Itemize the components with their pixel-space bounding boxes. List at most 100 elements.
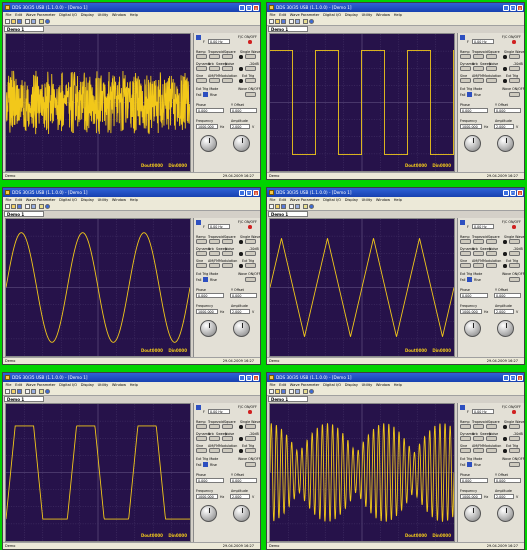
menu-digital-io[interactable]: Digital I/O bbox=[59, 13, 77, 17]
menu-display[interactable]: Display bbox=[81, 383, 94, 387]
menu-window[interactable]: Window bbox=[376, 13, 390, 17]
open-icon[interactable] bbox=[11, 19, 16, 24]
arb-button[interactable] bbox=[209, 251, 220, 256]
frequency-knob[interactable] bbox=[464, 505, 481, 522]
title-bar[interactable]: DDS 30/35 USB (1.1.0.0) - [Demo 1] _ □ × bbox=[267, 373, 524, 382]
trapezoid-button[interactable] bbox=[209, 54, 220, 59]
trig-mode-selector[interactable] bbox=[467, 462, 472, 467]
offset-field[interactable]: 0.000 bbox=[230, 108, 257, 113]
maximize-icon[interactable]: □ bbox=[246, 189, 252, 196]
menu-window[interactable]: Window bbox=[112, 13, 126, 17]
noise-button[interactable] bbox=[486, 436, 497, 441]
trig-mode-selector[interactable] bbox=[203, 92, 208, 97]
close-icon[interactable]: × bbox=[517, 4, 523, 11]
menu-help[interactable]: Help bbox=[394, 13, 402, 17]
attenuator-button[interactable] bbox=[245, 251, 256, 256]
square-button[interactable] bbox=[486, 54, 497, 59]
title-bar[interactable]: DDS 30/35 USB (1.1.0.0) - [Demo 1] _ □ × bbox=[267, 188, 524, 197]
settings-icon[interactable] bbox=[295, 204, 300, 209]
modulation-button[interactable] bbox=[486, 448, 497, 453]
menu-digital-io[interactable]: Digital I/O bbox=[59, 198, 77, 202]
print-icon[interactable] bbox=[25, 19, 30, 24]
sine-button[interactable] bbox=[460, 78, 471, 83]
document-tab[interactable]: Demo 1 bbox=[268, 211, 308, 217]
noise-button[interactable] bbox=[222, 436, 233, 441]
arb-button[interactable] bbox=[473, 251, 484, 256]
phase-field[interactable]: 0.000 bbox=[460, 108, 488, 113]
dynamic-button[interactable] bbox=[460, 251, 471, 256]
open-icon[interactable] bbox=[275, 19, 280, 24]
amplitude-field[interactable]: 2.000 bbox=[230, 124, 250, 129]
ext-trig-button[interactable] bbox=[509, 448, 520, 453]
document-tab[interactable]: Demo 1 bbox=[4, 211, 44, 217]
ext-trig-button[interactable] bbox=[245, 448, 256, 453]
print-icon[interactable] bbox=[25, 389, 30, 394]
close-icon[interactable]: × bbox=[517, 374, 523, 381]
amplitude-field[interactable]: 2.000 bbox=[494, 124, 514, 129]
title-bar[interactable]: DDS 30/35 USB (1.1.0.0) - [Demo 1] _ □ × bbox=[267, 3, 524, 12]
menu-utility[interactable]: Utility bbox=[362, 383, 373, 387]
menu-wave-parameter[interactable]: Wave Parameter bbox=[290, 383, 320, 387]
ramp-button[interactable] bbox=[460, 54, 471, 59]
arb-button[interactable] bbox=[473, 436, 484, 441]
menu-wave-parameter[interactable]: Wave Parameter bbox=[26, 383, 56, 387]
attenuator-button[interactable] bbox=[245, 66, 256, 71]
menu-utility[interactable]: Utility bbox=[98, 383, 109, 387]
menu-help[interactable]: Help bbox=[394, 383, 402, 387]
amplitude-field[interactable]: 2.000 bbox=[230, 494, 250, 499]
trapezoid-button[interactable] bbox=[209, 424, 220, 429]
single-wave-button[interactable] bbox=[245, 54, 256, 59]
amplitude-knob[interactable] bbox=[233, 135, 250, 152]
amfm-button[interactable] bbox=[473, 448, 484, 453]
close-icon[interactable]: × bbox=[517, 189, 523, 196]
minimize-icon[interactable]: _ bbox=[503, 189, 509, 196]
help-icon[interactable] bbox=[39, 19, 44, 24]
frequency-knob[interactable] bbox=[200, 320, 217, 337]
amplitude-field[interactable]: 2.000 bbox=[494, 494, 514, 499]
save-icon[interactable] bbox=[17, 19, 22, 24]
freq-display-field[interactable]: 0.00 Hz bbox=[208, 223, 230, 229]
menu-help[interactable]: Help bbox=[394, 198, 402, 202]
menu-file[interactable]: File bbox=[270, 198, 276, 202]
dynamic-button[interactable] bbox=[460, 66, 471, 71]
info-icon[interactable] bbox=[45, 204, 50, 209]
open-icon[interactable] bbox=[11, 389, 16, 394]
title-bar[interactable]: DDS 30/35 USB (1.1.0.0) - [Demo 1] _ □ × bbox=[3, 188, 260, 197]
noise-button[interactable] bbox=[222, 251, 233, 256]
color-swatch[interactable] bbox=[196, 405, 201, 410]
amplitude-knob[interactable] bbox=[497, 505, 514, 522]
menu-wave-parameter[interactable]: Wave Parameter bbox=[26, 198, 56, 202]
offset-field[interactable]: 0.000 bbox=[494, 293, 521, 298]
dynamic-button[interactable] bbox=[196, 251, 207, 256]
wave-onoff-button[interactable] bbox=[509, 92, 520, 97]
amfm-button[interactable] bbox=[209, 448, 220, 453]
modulation-button[interactable] bbox=[222, 263, 233, 268]
trapezoid-button[interactable] bbox=[209, 239, 220, 244]
save-icon[interactable] bbox=[281, 19, 286, 24]
phase-field[interactable]: 0.000 bbox=[196, 478, 224, 483]
menu-window[interactable]: Window bbox=[376, 198, 390, 202]
menu-utility[interactable]: Utility bbox=[98, 198, 109, 202]
freq-display-field[interactable]: 0.00 Hz bbox=[472, 223, 494, 229]
menu-display[interactable]: Display bbox=[345, 13, 358, 17]
settings-icon[interactable] bbox=[295, 389, 300, 394]
menu-digital-io[interactable]: Digital I/O bbox=[323, 13, 341, 17]
amfm-button[interactable] bbox=[473, 78, 484, 83]
menu-digital-io[interactable]: Digital I/O bbox=[323, 198, 341, 202]
amplitude-knob[interactable] bbox=[497, 135, 514, 152]
amplitude-knob[interactable] bbox=[233, 505, 250, 522]
print-icon[interactable] bbox=[289, 19, 294, 24]
minimize-icon[interactable]: _ bbox=[239, 189, 245, 196]
open-icon[interactable] bbox=[11, 204, 16, 209]
freq-display-field[interactable]: 0.00 Hz bbox=[208, 38, 230, 44]
ext-trig-button[interactable] bbox=[509, 78, 520, 83]
minimize-icon[interactable]: _ bbox=[503, 4, 509, 11]
menu-display[interactable]: Display bbox=[345, 383, 358, 387]
new-icon[interactable] bbox=[269, 204, 274, 209]
document-tab[interactable]: Demo 1 bbox=[4, 396, 44, 402]
arb-button[interactable] bbox=[473, 66, 484, 71]
menu-window[interactable]: Window bbox=[112, 198, 126, 202]
settings-icon[interactable] bbox=[31, 204, 36, 209]
save-icon[interactable] bbox=[281, 389, 286, 394]
help-icon[interactable] bbox=[39, 389, 44, 394]
